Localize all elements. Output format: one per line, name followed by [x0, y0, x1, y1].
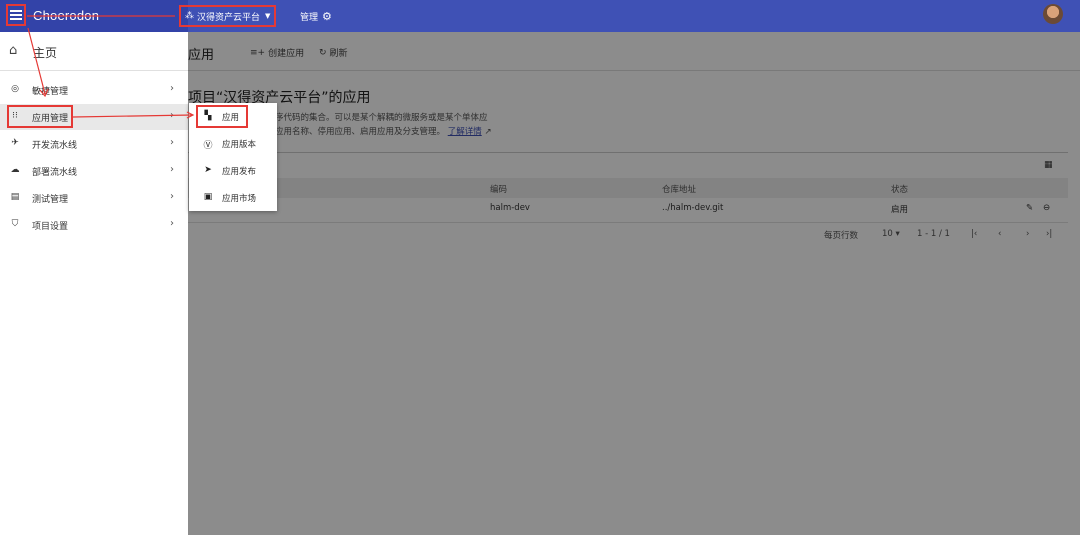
version-icon: Ⓥ: [203, 141, 213, 151]
sidebar-item-deploy-pipeline[interactable]: ☁ 部署流水线 ›: [0, 158, 188, 184]
chevron-right-icon: ›: [170, 191, 174, 202]
sidebar-item-label: 开发流水线: [32, 141, 78, 151]
chevron-right-icon: ›: [170, 218, 174, 229]
store-icon: ▣: [203, 192, 213, 202]
manage-button[interactable]: 管理 ⚙: [300, 10, 332, 23]
home-label: 主页: [33, 46, 58, 60]
project-icon: ⁂: [185, 11, 194, 21]
send-icon: ➤: [204, 165, 212, 175]
gauge-icon: ◎: [11, 84, 19, 94]
annotation-box-app: [196, 105, 248, 128]
gear-icon: ⚙: [322, 10, 332, 23]
manage-label: 管理: [300, 13, 319, 23]
modal-overlay[interactable]: [188, 32, 1080, 535]
brand-logo: Choerodon: [33, 8, 100, 23]
chevron-right-icon: ›: [170, 137, 174, 148]
sidebar-item-label: 部署流水线: [32, 168, 78, 178]
submenu-item-label: 应用发布: [222, 167, 257, 177]
cloud-upload-icon: ☁: [10, 165, 20, 175]
submenu-item-app-release[interactable]: ➤ 应用发布: [189, 157, 277, 184]
submenu-item-label: 应用市场: [222, 194, 257, 204]
submenu-item-app-version[interactable]: Ⓥ 应用版本: [189, 130, 277, 157]
shield-icon: ⛉: [11, 219, 19, 229]
wrench-icon: ✈: [11, 138, 19, 148]
submenu-item-label: 应用版本: [222, 140, 257, 150]
home-icon: ⌂: [9, 43, 18, 58]
top-header: Choerodon ⁂ 汉得资产云平台 ▼ 管理 ⚙: [0, 0, 1080, 32]
sidebar-item-label: 项目设置: [32, 222, 69, 232]
avatar[interactable]: [1043, 4, 1063, 24]
menu-toggle-button[interactable]: [6, 4, 26, 26]
hamburger-icon: [10, 10, 22, 20]
chevron-right-icon: ›: [170, 110, 174, 121]
submenu-item-app-market[interactable]: ▣ 应用市场: [189, 184, 277, 211]
chevron-right-icon: ›: [170, 83, 174, 94]
sidebar-item-test-management[interactable]: ▤ 测试管理 ›: [0, 185, 188, 211]
sidebar-item-label: 测试管理: [32, 195, 69, 205]
caret-down-icon: ▼: [265, 12, 271, 20]
sidebar-home[interactable]: ⌂ 主页: [0, 32, 188, 71]
annotation-box-app-management: [7, 105, 73, 128]
clipboard-icon: ▤: [10, 192, 20, 202]
sidebar-item-label: 敏捷管理: [32, 87, 69, 97]
sidebar-item-agile[interactable]: ◎ 敏捷管理 ›: [0, 77, 188, 103]
project-selector[interactable]: ⁂ 汉得资产云平台 ▼: [179, 5, 276, 27]
chevron-right-icon: ›: [170, 164, 174, 175]
project-name: 汉得资产云平台: [197, 12, 261, 23]
sidebar-item-project-settings[interactable]: ⛉ 项目设置 ›: [0, 212, 188, 238]
sidebar-item-dev-pipeline[interactable]: ✈ 开发流水线 ›: [0, 131, 188, 157]
